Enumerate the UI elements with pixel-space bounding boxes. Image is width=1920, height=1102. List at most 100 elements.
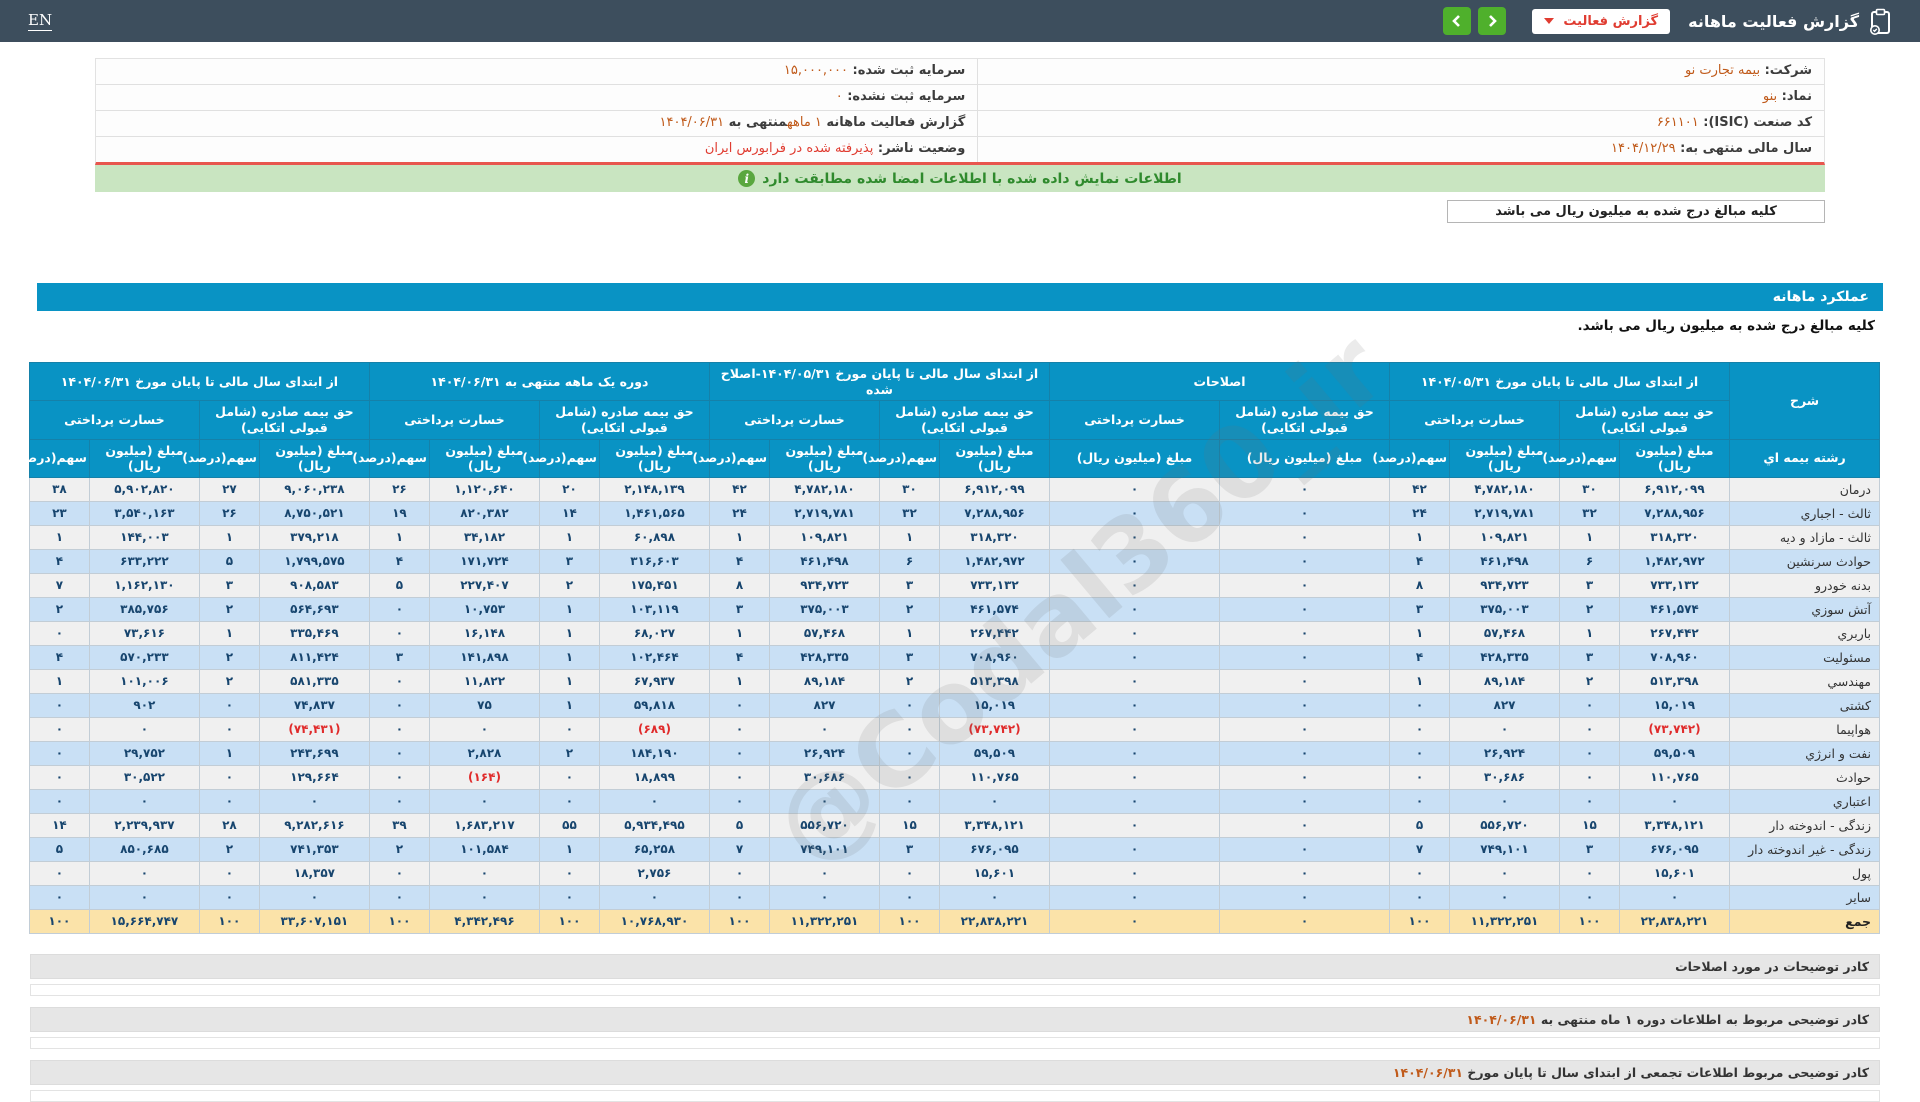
data-cell: ۹۳۴,۷۲۳ xyxy=(769,572,880,598)
data-cell: ۰ xyxy=(368,788,430,814)
table-row: حوادث ۱۱۰,۷۶۵ ۰ ۳۰,۶۸۶ ۰ ۰ ۰ ۱۱۰,۷۶۵ ۰ ۳۰,۶۸۶ ۰ ۱۸,… xyxy=(28,764,1880,790)
data-cell: ۰ xyxy=(258,884,370,910)
data-cell: ۰ xyxy=(1219,500,1390,526)
data-cell: ۷۰۸,۹۶۰ xyxy=(1619,644,1730,670)
data-cell: ۴۶۱,۴۹۸ xyxy=(1449,548,1560,574)
data-cell: ۵۵ xyxy=(538,812,600,838)
data-cell: ۱۴۱,۸۹۸ xyxy=(428,644,540,670)
data-cell: ۰ xyxy=(879,884,940,910)
data-cell: ۹,۰۶۰,۲۳۸ xyxy=(258,476,370,502)
data-cell: ۰ xyxy=(198,860,260,886)
data-cell: ۰ xyxy=(1049,812,1220,838)
column-header-measure-0-3: سهم(درصد) xyxy=(1372,438,1450,478)
table-row: ثالث - اجباري ۷,۲۸۸,۹۵۶ ۳۲ ۲,۷۱۹,۷۸۱ ۲۴ ۰ ۰ ۷,۲… xyxy=(28,500,1880,526)
data-cell: ۸۹,۱۸۴ xyxy=(1449,668,1560,694)
row-label: کشتی xyxy=(1729,692,1880,718)
data-cell: ۰ xyxy=(1389,692,1450,718)
row-label: باربري xyxy=(1729,620,1880,646)
data-cell: ۲ xyxy=(28,596,90,622)
language-toggle[interactable]: EN xyxy=(28,11,53,31)
data-cell: ۵ xyxy=(368,572,430,598)
currency-unit-note: کلیه مبالغ درج شده به میلیون ریال می باش… xyxy=(1577,318,1875,334)
info-row: شرکت: بیمه تجارت نو سرمایه ثبت شده: ۱۵,۰۰… xyxy=(96,59,1824,85)
data-cell: ۳ xyxy=(538,548,600,574)
data-cell: ۲۷ xyxy=(198,476,260,502)
data-cell: ۴۲ xyxy=(1389,476,1450,502)
data-cell: ۰ xyxy=(1219,644,1390,670)
data-cell: ۱ xyxy=(1559,524,1620,550)
data-cell: ۰ xyxy=(708,884,771,910)
data-cell: ۱ xyxy=(538,524,600,550)
data-cell: ۱,۶۸۳,۲۱۷ xyxy=(428,812,540,838)
data-cell: ۰ xyxy=(1049,620,1220,646)
data-cell: ۱۰۳,۱۱۹ xyxy=(598,596,710,622)
report-type-dropdown[interactable]: گزارش فعالیت xyxy=(1532,8,1671,34)
data-cell: ۲ xyxy=(198,644,260,670)
data-cell: ۴۶۱,۴۹۸ xyxy=(769,548,880,574)
data-cell: ۳۳,۶۰۷,۱۵۱ xyxy=(258,908,370,934)
data-cell: ۳۰,۶۸۶ xyxy=(1449,764,1560,790)
data-cell: ۰ xyxy=(1219,620,1390,646)
data-cell: ۶۷۶,۰۹۵ xyxy=(939,836,1050,862)
info-cell-right-1: نماد: بنو xyxy=(977,85,1824,110)
data-cell: ۱ xyxy=(538,668,600,694)
data-cell: ۲۳ xyxy=(28,500,90,526)
data-cell: ۷ xyxy=(28,572,90,598)
data-cell: ۱ xyxy=(538,620,600,646)
data-cell: ۳۸ xyxy=(28,476,90,502)
data-cell: ۲۶۷,۴۴۲ xyxy=(1619,620,1730,646)
data-cell: ۲ xyxy=(198,596,260,622)
data-cell: ۱۰,۷۵۳ xyxy=(428,596,540,622)
data-cell: ۰ xyxy=(368,596,430,622)
data-cell: ۰ xyxy=(1559,716,1620,742)
data-cell: ۰ xyxy=(368,740,430,766)
data-cell: ۳ xyxy=(368,644,430,670)
column-group-header-0: از ابتدای سال مالی تا پایان مورخ ۱۴۰۴/۰۵… xyxy=(1389,361,1730,402)
column-header-claims-4: خسارت پرداختی xyxy=(28,400,200,440)
data-cell: ۷۳۳,۱۳۲ xyxy=(1619,572,1730,598)
data-cell: ۰ xyxy=(1049,860,1220,886)
data-cell: ۰ xyxy=(1049,764,1220,790)
data-cell: ۹۰۲ xyxy=(88,692,200,718)
info-label: منتهی به xyxy=(724,115,788,130)
footnote-bar-1: کادر توضیحی مربوط به اطلاعات دوره ۱ ماه … xyxy=(30,1006,1880,1032)
data-cell: ۰ xyxy=(598,788,710,814)
data-cell: ۵ xyxy=(1389,812,1450,838)
data-cell: ۱۰۲,۴۶۴ xyxy=(598,644,710,670)
data-cell: ۰ xyxy=(1559,692,1620,718)
data-cell: ۴,۷۸۲,۱۸۰ xyxy=(769,476,880,502)
previous-report-button[interactable] xyxy=(1443,7,1472,35)
table-row: پول ۱۵,۶۰۱ ۰ ۰ ۰ ۰ ۰ ۱۵,۶۰۱ ۰ ۰ ۰ ۲,۷۵۶ ۰ ۰ ۰ ۱۸,۳۵۷ ۰ ۰ ۰ xyxy=(28,860,1880,886)
data-cell: ۵,۹۳۴,۴۹۵ xyxy=(598,812,710,838)
data-cell: ۲۴۳,۶۹۹ xyxy=(258,740,370,766)
row-label: حوادث سرنشین xyxy=(1729,548,1880,574)
column-header-measure-3-3: سهم(درصد) xyxy=(352,438,430,478)
data-cell: ۰ xyxy=(88,884,200,910)
data-cell: ۲۸ xyxy=(198,812,260,838)
data-cell: ۳۴,۱۸۲ xyxy=(428,524,540,550)
data-cell: ۳ xyxy=(1559,572,1620,598)
data-cell: ۱۵,۰۱۹ xyxy=(939,692,1050,718)
data-cell: ۰ xyxy=(1219,860,1390,886)
column-header-measure-1-1: مبلغ (میلیون ریال) xyxy=(1049,438,1220,478)
data-cell: ۳۷۹,۲۱۸ xyxy=(258,524,370,550)
data-cell: ۴ xyxy=(708,548,771,574)
row-label: جمع xyxy=(1729,908,1880,934)
top-bar: گزارش فعالیت ماهانه گزارش فعالیت EN xyxy=(0,0,1920,42)
data-cell: ۴,۳۴۲,۴۹۶ xyxy=(428,908,540,934)
data-cell: ۳ xyxy=(1559,836,1620,862)
data-cell: ۶,۹۱۲,۰۹۹ xyxy=(939,476,1050,502)
column-header-measure-2-1: سهم(درصد) xyxy=(862,438,940,478)
info-label: نماد: xyxy=(1777,89,1812,104)
data-cell: ۰ xyxy=(708,740,771,766)
data-cell: ۴ xyxy=(1389,644,1450,670)
data-cell: ۶۸,۰۲۷ xyxy=(598,620,710,646)
data-cell: ۰ xyxy=(88,716,200,742)
next-report-button[interactable] xyxy=(1478,7,1507,35)
data-cell: ۰ xyxy=(879,788,940,814)
data-cell: ۵۵۶,۷۲۰ xyxy=(1449,812,1560,838)
data-cell: ۶۳۳,۲۲۲ xyxy=(88,548,200,574)
data-cell: ۰ xyxy=(198,692,260,718)
info-label: شرکت: xyxy=(1760,63,1812,78)
data-cell: ۱۰۰ xyxy=(28,908,90,934)
